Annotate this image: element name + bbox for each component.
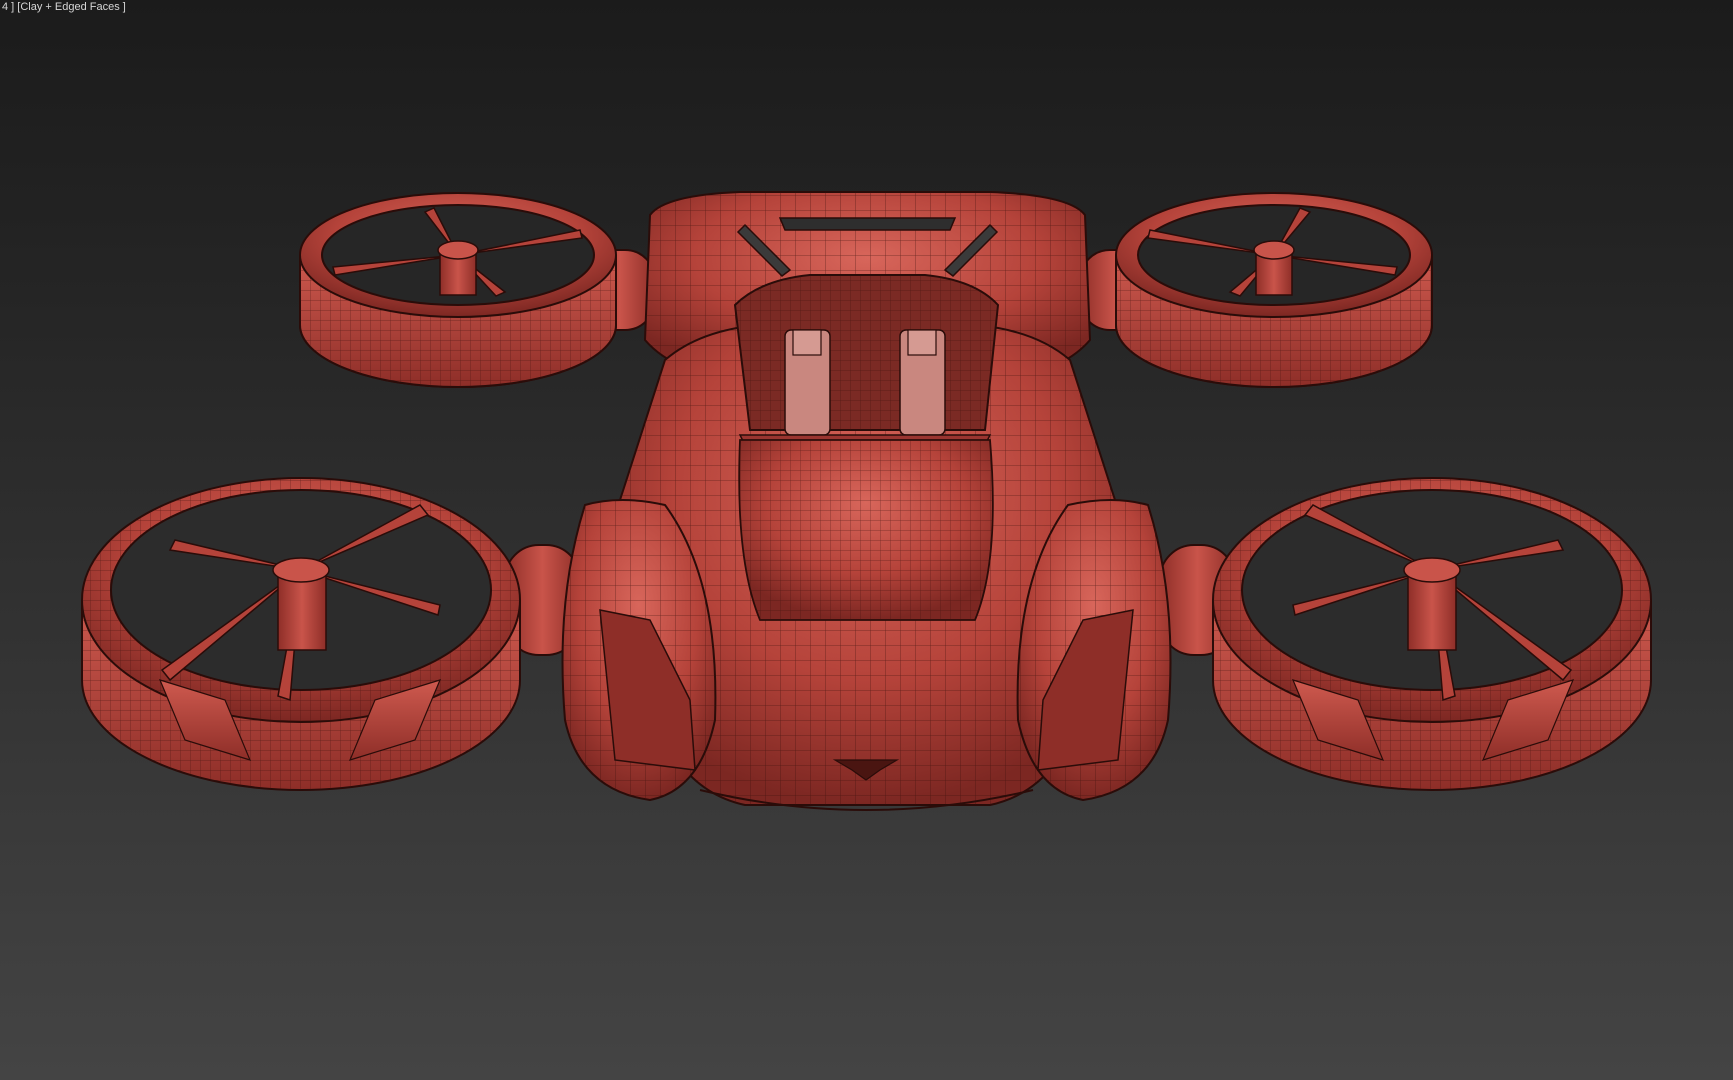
rotor-rear-left[interactable] [299,192,617,388]
model-mesh[interactable] [0,0,1733,1080]
rotor-front-left[interactable] [81,477,521,791]
seat-right [899,329,946,436]
rotor-front-right[interactable] [1212,477,1652,791]
viewport[interactable]: 4 ] [Clay + Edged Faces ] [0,0,1733,1080]
seat-left [784,329,831,436]
cockpit[interactable] [733,274,1000,446]
hood[interactable] [738,439,994,621]
rotor-rear-right[interactable] [1115,192,1433,388]
